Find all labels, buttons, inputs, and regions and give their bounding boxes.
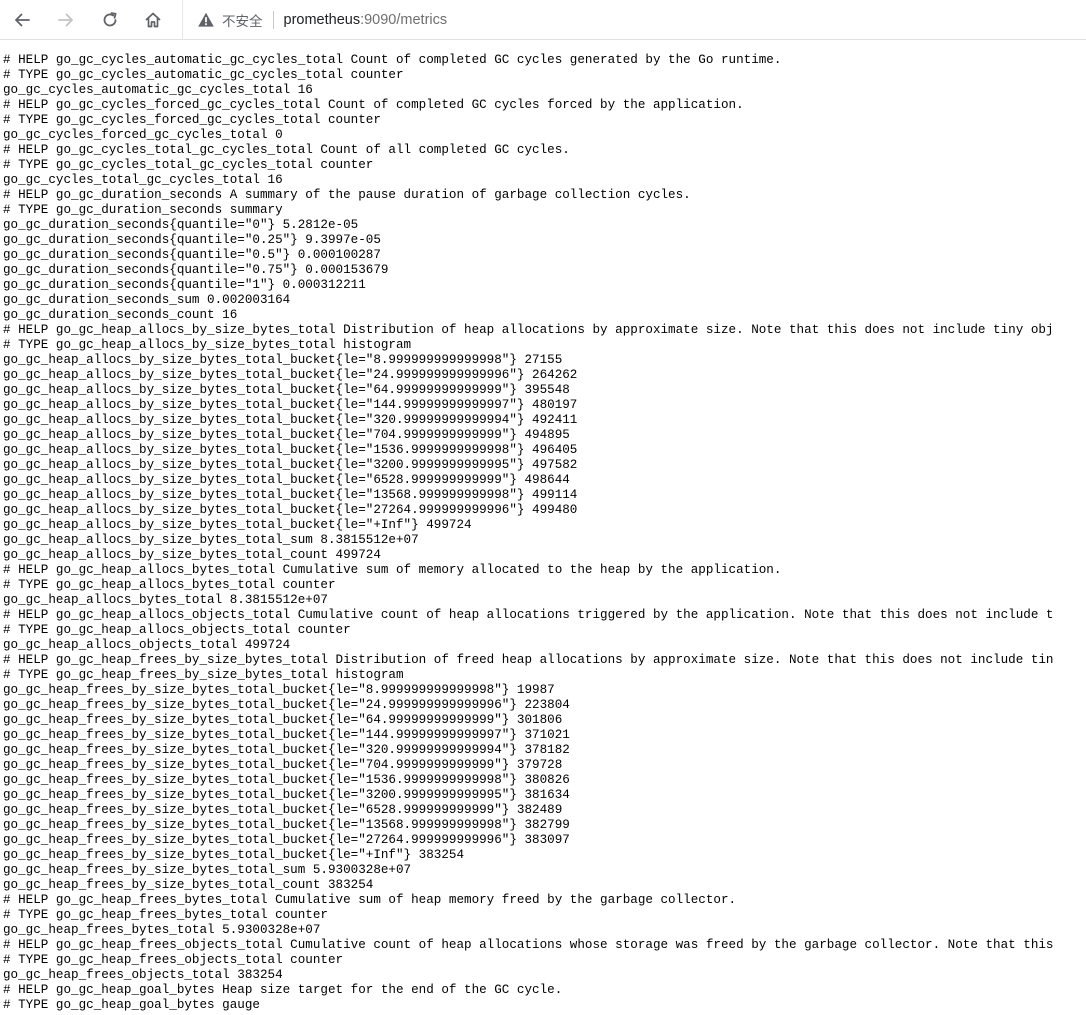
metrics-line: # TYPE go_gc_cycles_total_gc_cycles_tota…: [3, 158, 374, 172]
metrics-line: go_gc_heap_frees_by_size_bytes_total_buc…: [3, 758, 563, 772]
metrics-line: # TYPE go_gc_heap_allocs_bytes_total cou…: [3, 578, 336, 592]
back-arrow-icon: [15, 13, 30, 27]
metrics-line: go_gc_heap_frees_by_size_bytes_total_buc…: [3, 788, 570, 802]
metrics-line: # HELP go_gc_duration_seconds A summary …: [3, 188, 691, 202]
metrics-line: # TYPE go_gc_heap_frees_objects_total co…: [3, 953, 344, 967]
metrics-line: go_gc_cycles_total_gc_cycles_total 16: [3, 173, 283, 187]
metrics-line: go_gc_heap_allocs_by_size_bytes_total_bu…: [3, 458, 578, 472]
back-button[interactable]: [8, 6, 36, 34]
metrics-line: go_gc_heap_allocs_by_size_bytes_total_bu…: [3, 473, 570, 487]
metrics-line: go_gc_heap_allocs_by_size_bytes_total_bu…: [3, 428, 570, 442]
reload-icon: [103, 12, 117, 27]
url-path: :9090/metrics: [360, 12, 448, 28]
home-icon: [145, 12, 161, 28]
metrics-line: # HELP go_gc_heap_frees_bytes_total Cumu…: [3, 893, 737, 907]
metrics-line: # TYPE go_gc_heap_allocs_objects_total c…: [3, 623, 351, 637]
metrics-line: go_gc_heap_allocs_by_size_bytes_total_bu…: [3, 518, 472, 532]
metrics-line: go_gc_heap_allocs_by_size_bytes_total_co…: [3, 548, 381, 562]
address-separator: [272, 11, 274, 29]
metrics-line: # TYPE go_gc_cycles_automatic_gc_cycles_…: [3, 68, 404, 82]
metrics-line: go_gc_heap_allocs_by_size_bytes_total_bu…: [3, 383, 570, 397]
metrics-line: # HELP go_gc_cycles_forced_gc_cycles_tot…: [3, 98, 744, 112]
metrics-line: go_gc_heap_frees_by_size_bytes_total_buc…: [3, 743, 570, 757]
metrics-line: go_gc_duration_seconds_sum 0.002003164: [3, 293, 291, 307]
metrics-line: go_gc_heap_frees_by_size_bytes_total_sum…: [3, 863, 412, 877]
address-bar[interactable]: 不安全 prometheus:9090/metrics: [182, 0, 1086, 40]
metrics-line: # HELP go_gc_heap_frees_by_size_bytes_to…: [3, 653, 1054, 667]
metrics-line: # TYPE go_gc_heap_frees_bytes_total coun…: [3, 908, 328, 922]
metrics-line: go_gc_heap_allocs_by_size_bytes_total_bu…: [3, 353, 563, 367]
metrics-line: go_gc_heap_allocs_by_size_bytes_total_bu…: [3, 368, 578, 382]
metrics-line: go_gc_heap_frees_by_size_bytes_total_cou…: [3, 878, 374, 892]
forward-arrow-icon: [58, 13, 73, 27]
metrics-line: # HELP go_gc_heap_allocs_objects_total C…: [3, 608, 1054, 622]
metrics-line: go_gc_heap_frees_by_size_bytes_total_buc…: [3, 833, 570, 847]
metrics-line: go_gc_heap_allocs_by_size_bytes_total_bu…: [3, 503, 578, 517]
metrics-line: # HELP go_gc_heap_allocs_by_size_bytes_t…: [3, 323, 1054, 337]
metrics-line: go_gc_heap_frees_by_size_bytes_total_buc…: [3, 848, 465, 862]
metrics-line: # HELP go_gc_cycles_total_gc_cycles_tota…: [3, 143, 570, 157]
metrics-line: # HELP go_gc_heap_frees_objects_total Cu…: [3, 938, 1054, 952]
metrics-line: go_gc_heap_allocs_bytes_total 8.3815512e…: [3, 593, 328, 607]
metrics-line: go_gc_duration_seconds{quantile="0.75"} …: [3, 263, 389, 277]
metrics-text: # HELP go_gc_cycles_automatic_gc_cycles_…: [3, 53, 1086, 1015]
url-host: prometheus: [283, 12, 361, 28]
metrics-line: # TYPE go_gc_cycles_forced_gc_cycles_tot…: [3, 113, 381, 127]
forward-button[interactable]: [52, 6, 80, 34]
reload-button[interactable]: [96, 6, 124, 34]
metrics-line: # HELP go_gc_heap_allocs_bytes_total Cum…: [3, 563, 782, 577]
metrics-line: go_gc_heap_frees_by_size_bytes_total_buc…: [3, 773, 570, 787]
metrics-line: go_gc_heap_allocs_by_size_bytes_total_su…: [3, 533, 419, 547]
metrics-line: go_gc_heap_frees_by_size_bytes_total_buc…: [3, 803, 563, 817]
metrics-line: # HELP go_gc_heap_goal_bytes Heap size t…: [3, 983, 563, 997]
warning-triangle-icon[interactable]: [197, 11, 215, 29]
metrics-line: go_gc_duration_seconds{quantile="0.25"} …: [3, 233, 381, 247]
metrics-line: go_gc_heap_frees_by_size_bytes_total_buc…: [3, 683, 555, 697]
home-button[interactable]: [139, 6, 167, 34]
browser-toolbar: 不安全 prometheus:9090/metrics: [0, 0, 1086, 40]
metrics-line: go_gc_heap_frees_by_size_bytes_total_buc…: [3, 818, 570, 832]
metrics-line: go_gc_duration_seconds{quantile="0"} 5.2…: [3, 218, 359, 232]
metrics-line: go_gc_cycles_automatic_gc_cycles_total 1…: [3, 83, 313, 97]
metrics-line: go_gc_heap_frees_by_size_bytes_total_buc…: [3, 713, 563, 727]
metrics-line: # TYPE go_gc_heap_frees_by_size_bytes_to…: [3, 668, 404, 682]
metrics-line: go_gc_cycles_forced_gc_cycles_total 0: [3, 128, 283, 142]
metrics-line: go_gc_duration_seconds{quantile="1"} 0.0…: [3, 278, 366, 292]
metrics-line: # HELP go_gc_cycles_automatic_gc_cycles_…: [3, 53, 782, 67]
metrics-line: go_gc_heap_frees_by_size_bytes_total_buc…: [3, 728, 570, 742]
metrics-line: go_gc_duration_seconds{quantile="0.5"} 0…: [3, 248, 381, 262]
metrics-line: go_gc_heap_allocs_by_size_bytes_total_bu…: [3, 413, 578, 427]
metrics-line: go_gc_duration_seconds_count 16: [3, 308, 238, 322]
metrics-line: go_gc_heap_allocs_by_size_bytes_total_bu…: [3, 443, 578, 457]
metrics-line: go_gc_heap_allocs_by_size_bytes_total_bu…: [3, 488, 578, 502]
metrics-line: go_gc_heap_allocs_objects_total 499724: [3, 638, 291, 652]
metrics-line: go_gc_heap_frees_by_size_bytes_total_buc…: [3, 698, 570, 712]
metrics-line: # TYPE go_gc_heap_allocs_by_size_bytes_t…: [3, 338, 412, 352]
metrics-line: # TYPE go_gc_duration_seconds summary: [3, 203, 283, 217]
metrics-line: # TYPE go_gc_heap_goal_bytes gauge: [3, 998, 260, 1012]
metrics-line: go_gc_heap_frees_objects_total 383254: [3, 968, 283, 982]
metrics-line: go_gc_heap_allocs_by_size_bytes_total_bu…: [3, 398, 578, 412]
security-label[interactable]: 不安全: [222, 10, 263, 30]
metrics-line: go_gc_heap_frees_bytes_total 5.9300328e+…: [3, 923, 321, 937]
